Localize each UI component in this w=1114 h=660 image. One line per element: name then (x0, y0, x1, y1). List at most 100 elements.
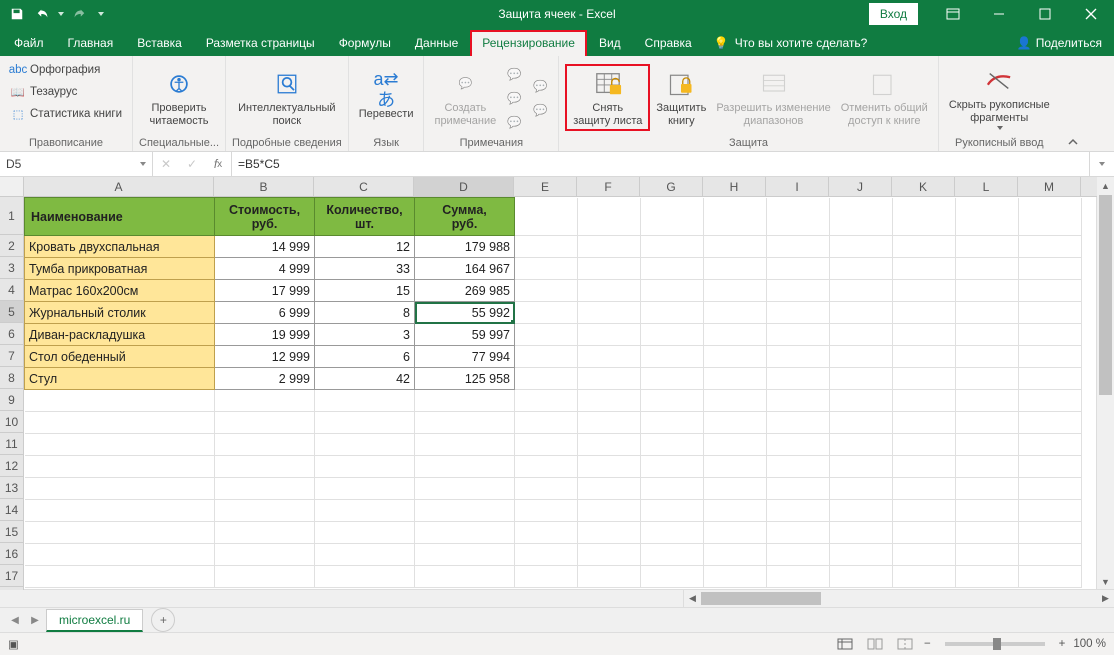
cell[interactable] (641, 258, 704, 280)
row-header[interactable]: 11 (0, 433, 23, 455)
cell[interactable] (956, 390, 1019, 412)
cost-cell[interactable]: 19 999 (215, 324, 315, 346)
cell[interactable] (956, 412, 1019, 434)
cell[interactable] (25, 566, 215, 588)
cell[interactable] (641, 390, 704, 412)
tab-formulas[interactable]: Формулы (327, 30, 403, 56)
select-all-corner[interactable] (0, 177, 24, 197)
cell[interactable] (578, 456, 641, 478)
cell[interactable] (956, 236, 1019, 258)
zoom-slider[interactable] (945, 642, 1045, 646)
header-cost-cell[interactable]: Стоимость, руб. (215, 198, 315, 236)
cell[interactable] (415, 544, 515, 566)
cell[interactable] (215, 500, 315, 522)
cell[interactable] (1019, 324, 1082, 346)
cell[interactable] (893, 346, 956, 368)
cell[interactable] (641, 566, 704, 588)
cell[interactable] (767, 456, 830, 478)
cell[interactable] (578, 478, 641, 500)
cell[interactable] (578, 368, 641, 390)
cell[interactable] (415, 566, 515, 588)
cell[interactable] (1019, 390, 1082, 412)
cell[interactable] (515, 412, 578, 434)
cell[interactable] (641, 346, 704, 368)
cell[interactable] (704, 434, 767, 456)
cell[interactable] (830, 544, 893, 566)
cell[interactable] (415, 478, 515, 500)
cell[interactable] (515, 390, 578, 412)
cell[interactable] (956, 500, 1019, 522)
cell[interactable] (893, 456, 956, 478)
cell[interactable] (215, 566, 315, 588)
cell[interactable] (1019, 280, 1082, 302)
name-cell[interactable]: Стул (25, 368, 215, 390)
cell[interactable] (830, 198, 893, 236)
sum-cell[interactable]: 125 958 (415, 368, 515, 390)
cell[interactable] (704, 478, 767, 500)
header-sum-cell[interactable]: Сумма, руб. (415, 198, 515, 236)
tab-file[interactable]: Файл (2, 30, 56, 56)
qty-cell[interactable]: 3 (315, 324, 415, 346)
cell[interactable] (578, 434, 641, 456)
cell[interactable] (704, 324, 767, 346)
cell[interactable] (578, 280, 641, 302)
smart-lookup-button[interactable]: Интеллектуальный поиск (234, 66, 339, 129)
cell[interactable] (893, 500, 956, 522)
cell[interactable] (1019, 412, 1082, 434)
cell[interactable] (315, 522, 415, 544)
cell[interactable] (515, 258, 578, 280)
cell[interactable] (415, 456, 515, 478)
cell[interactable] (515, 280, 578, 302)
cell[interactable] (1019, 456, 1082, 478)
ribbon-display-icon[interactable] (930, 0, 976, 28)
cell[interactable] (641, 236, 704, 258)
cell[interactable] (578, 522, 641, 544)
cell[interactable] (893, 258, 956, 280)
tab-help[interactable]: Справка (633, 30, 704, 56)
cell[interactable] (1019, 522, 1082, 544)
row-header[interactable]: 2 (0, 235, 23, 257)
cell[interactable] (215, 544, 315, 566)
cell[interactable] (704, 456, 767, 478)
cell[interactable] (515, 434, 578, 456)
cell[interactable] (315, 456, 415, 478)
cell[interactable] (704, 302, 767, 324)
cell[interactable] (578, 500, 641, 522)
name-cell[interactable]: Журнальный столик (25, 302, 215, 324)
cell[interactable] (1019, 198, 1082, 236)
qat-customize-icon[interactable] (98, 12, 104, 16)
row-header[interactable]: 5 (0, 301, 23, 323)
cell[interactable] (1019, 236, 1082, 258)
cell[interactable] (767, 280, 830, 302)
cell[interactable] (1019, 434, 1082, 456)
save-icon[interactable] (6, 3, 28, 25)
cell[interactable] (830, 566, 893, 588)
cell[interactable] (830, 324, 893, 346)
col-header[interactable]: I (766, 177, 829, 196)
cell[interactable] (315, 434, 415, 456)
row-header[interactable]: 13 (0, 477, 23, 499)
cell[interactable] (25, 412, 215, 434)
row-header[interactable]: 4 (0, 279, 23, 301)
thesaurus-button[interactable]: 📖Тезаурус (6, 82, 134, 102)
vscroll-thumb[interactable] (1099, 195, 1112, 395)
cell[interactable] (515, 478, 578, 500)
qty-cell[interactable]: 33 (315, 258, 415, 280)
cell[interactable] (578, 236, 641, 258)
row-header[interactable]: 15 (0, 521, 23, 543)
row-header[interactable]: 10 (0, 411, 23, 433)
row-header[interactable]: 3 (0, 257, 23, 279)
col-header[interactable]: F (577, 177, 640, 196)
sheet-nav-next-icon[interactable]: ▶ (26, 615, 44, 626)
sum-cell[interactable]: 269 985 (415, 280, 515, 302)
cell[interactable] (515, 456, 578, 478)
col-header[interactable]: J (829, 177, 892, 196)
share-button[interactable]: 👤 Поделиться (1007, 30, 1112, 56)
col-header[interactable]: H (703, 177, 766, 196)
sum-cell[interactable]: 179 988 (415, 236, 515, 258)
sum-cell[interactable]: 77 994 (415, 346, 515, 368)
cell[interactable] (415, 390, 515, 412)
cell[interactable] (704, 346, 767, 368)
cell[interactable] (704, 500, 767, 522)
cell[interactable] (893, 566, 956, 588)
